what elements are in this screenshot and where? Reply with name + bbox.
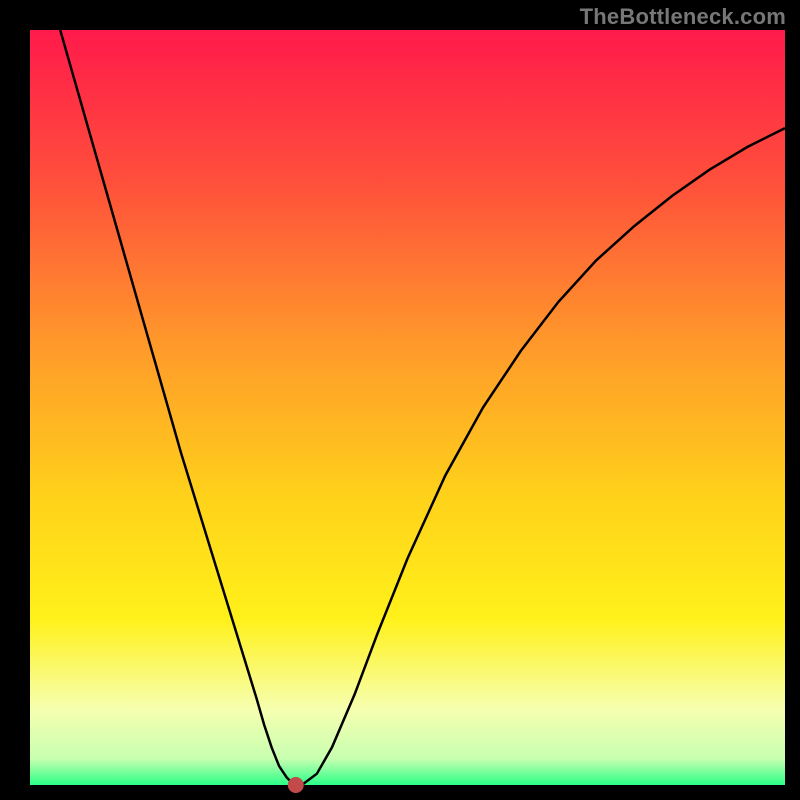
- bottleneck-chart: [0, 0, 800, 800]
- chart-frame: TheBottleneck.com: [0, 0, 800, 800]
- minimum-marker: [288, 777, 304, 793]
- plot-area: [30, 30, 785, 785]
